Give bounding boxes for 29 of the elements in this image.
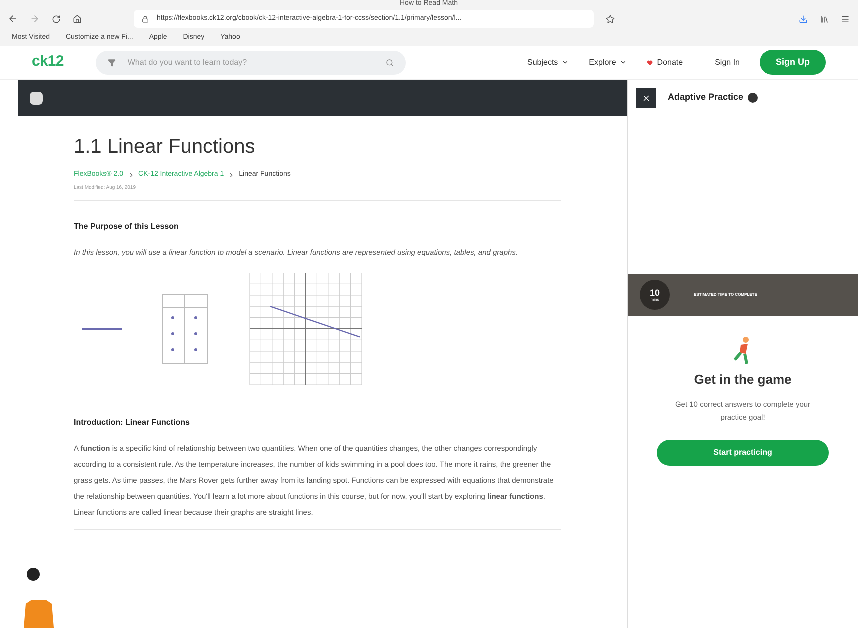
star-icon[interactable] [606, 14, 615, 24]
close-icon [642, 94, 650, 102]
practice-heading: Get in the game [694, 371, 792, 389]
download-icon[interactable] [799, 14, 808, 24]
close-button[interactable] [636, 88, 656, 108]
caret-icon [562, 59, 570, 66]
chevron-icon [128, 172, 135, 179]
reload-icon[interactable] [52, 14, 61, 24]
donate-link[interactable]: Donate [647, 56, 684, 68]
chevron-icon [228, 172, 236, 179]
section-heading: The Purpose of this Lesson [74, 221, 180, 233]
table-drawing [162, 294, 208, 364]
section-heading: Introduction: Linear Functions [74, 417, 191, 429]
filter-icon [108, 58, 116, 66]
library-icon[interactable] [820, 14, 829, 24]
back-icon[interactable] [8, 14, 18, 24]
search-icon [386, 58, 394, 66]
sign-in-link[interactable]: Sign In [715, 56, 740, 68]
time-value: 10 [650, 288, 660, 298]
home-icon[interactable] [73, 14, 82, 24]
caret-icon [620, 59, 628, 66]
panel-title: Adaptive Practice [668, 91, 744, 104]
heart-icon [647, 60, 654, 66]
search-placeholder: What do you want to learn today? [128, 56, 248, 68]
menu-icon[interactable] [841, 14, 850, 24]
nav-menu-button[interactable]: Subjects [527, 56, 570, 68]
nav-menu-button[interactable]: Explore [589, 56, 628, 68]
lesson-title: 1.1 Linear Functions [74, 135, 256, 160]
lock-icon [142, 16, 149, 22]
